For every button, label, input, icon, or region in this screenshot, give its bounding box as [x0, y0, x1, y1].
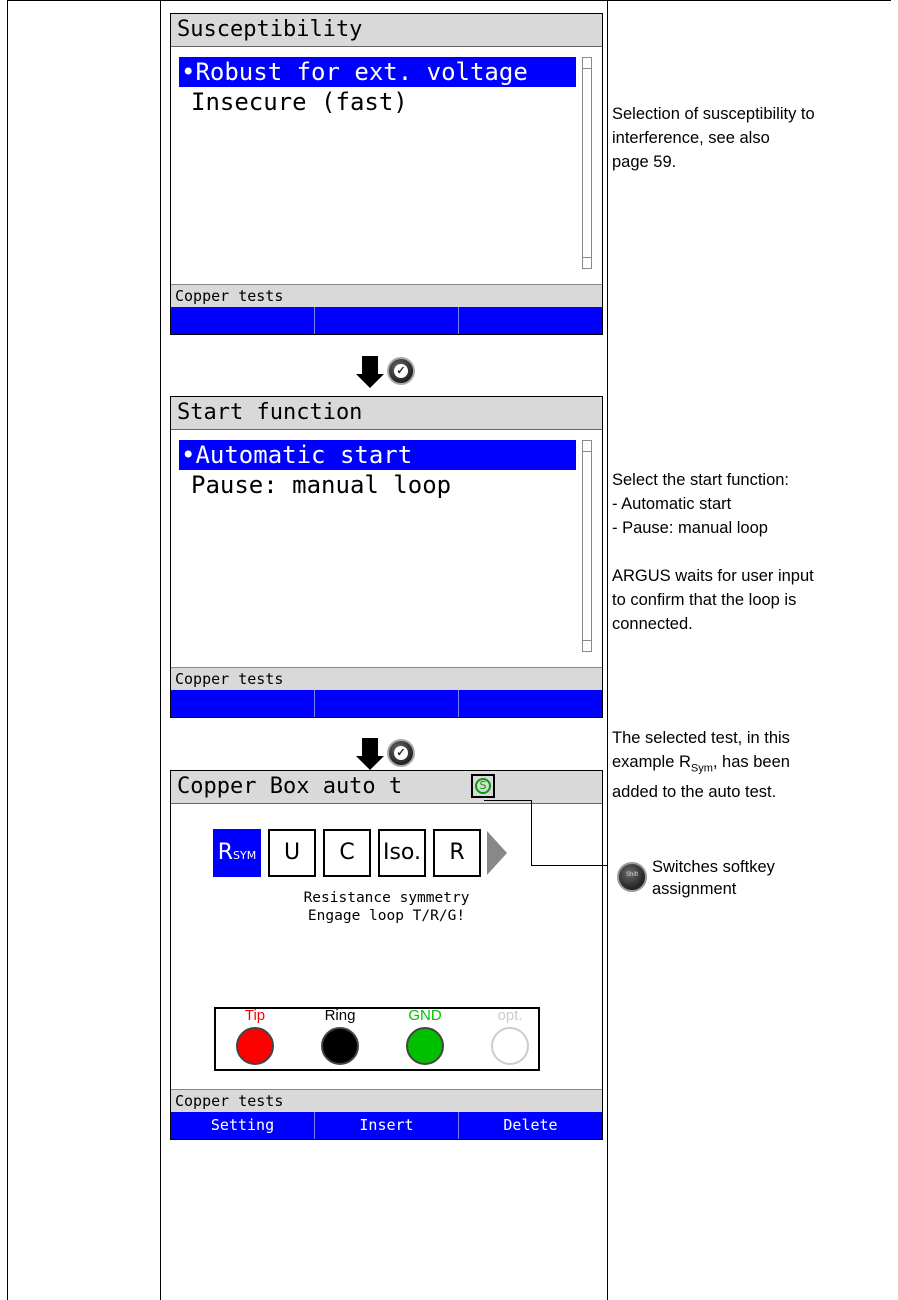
- shift-indicator-icon: S: [471, 774, 495, 798]
- softkey-3[interactable]: [459, 307, 602, 334]
- ok-button-icon: ✓: [387, 739, 415, 767]
- softkey-bar: Setting Insert Delete: [171, 1112, 602, 1139]
- screen-title: Copper Box auto t S: [171, 771, 602, 804]
- softkey-3[interactable]: [459, 690, 602, 717]
- desc-line: The selected test, in this: [612, 729, 790, 747]
- scroll-up-icon[interactable]: [583, 60, 591, 69]
- tile-r[interactable]: R: [433, 829, 481, 877]
- softkey-insert[interactable]: Insert: [315, 1112, 459, 1139]
- tip-lead-icon: [236, 1027, 274, 1065]
- description-auto-test: The selected test, in this example RSym,…: [612, 726, 790, 804]
- shift-s-icon: S: [475, 778, 491, 794]
- callout-line: [531, 865, 608, 866]
- susceptibility-screen: Susceptibility •Robust for ext. voltage …: [170, 13, 603, 335]
- description-shift: Switches softkey assignment: [652, 856, 775, 900]
- status-bar: Copper tests: [171, 1089, 602, 1112]
- desc-line: page 59.: [612, 153, 677, 171]
- desc-text: , has been: [712, 753, 790, 771]
- status-bar: Copper tests: [171, 284, 602, 307]
- next-arrow-icon[interactable]: [487, 831, 507, 875]
- tile-c[interactable]: C: [323, 829, 371, 877]
- description-susceptibility: Selection of susceptibility to interfere…: [612, 102, 815, 174]
- softkey-2[interactable]: [315, 690, 459, 717]
- desc-line: - Automatic start: [612, 495, 732, 513]
- message-area: Resistance symmetry Engage loop T/R/G!: [171, 889, 602, 925]
- option-automatic-start[interactable]: •Automatic start: [179, 440, 576, 470]
- lead-label-gnd: GND: [408, 1007, 442, 1024]
- status-bar: Copper tests: [171, 667, 602, 690]
- tile-iso[interactable]: Iso.: [378, 829, 426, 877]
- desc-line: connected.: [612, 615, 693, 633]
- lead-label-tip: Tip: [244, 1007, 266, 1024]
- desc-spacer: [612, 540, 814, 564]
- arrow-down-icon: [356, 738, 384, 770]
- option-robust[interactable]: •Robust for ext. voltage: [179, 57, 576, 87]
- table-divider-2: [607, 0, 608, 1300]
- start-function-screen: Start function •Automatic start Pause: m…: [170, 396, 603, 718]
- table-border-left: [7, 0, 8, 1300]
- scrollbar[interactable]: [582, 440, 592, 652]
- callout-line: [531, 800, 532, 865]
- softkey-bar: [171, 307, 602, 334]
- opt-lead-icon: [491, 1027, 529, 1065]
- desc-line: assignment: [652, 880, 737, 898]
- desc-line: Select the start function:: [612, 471, 790, 489]
- option-pause-manual-loop[interactable]: Pause: manual loop: [189, 470, 451, 500]
- softkey-delete[interactable]: Delete: [459, 1112, 602, 1139]
- lead-label-opt: opt.: [497, 1007, 523, 1024]
- message-line: Resistance symmetry: [303, 890, 470, 906]
- ring-lead-icon: [321, 1027, 359, 1065]
- desc-line: example RSym, has been: [612, 750, 790, 780]
- option-list: •Automatic start Pause: manual loop: [171, 430, 602, 665]
- tile-label: R: [217, 840, 234, 865]
- lead-label-ring: Ring: [324, 1007, 356, 1024]
- desc-line: ARGUS waits for user input: [612, 567, 814, 585]
- softkey-2[interactable]: [315, 307, 459, 334]
- leads-panel: Tip Ring GND opt.: [214, 1007, 540, 1071]
- desc-line: interference, see also: [612, 129, 770, 147]
- desc-text: example R: [612, 753, 691, 771]
- desc-line: Selection of susceptibility to: [612, 105, 815, 123]
- softkey-setting[interactable]: Setting: [171, 1112, 315, 1139]
- option-list: •Robust for ext. voltage Insecure (fast): [171, 47, 602, 282]
- scroll-down-icon[interactable]: [583, 640, 591, 649]
- table-top-border: [7, 0, 891, 1]
- scrollbar[interactable]: [582, 57, 592, 269]
- desc-line: added to the auto test.: [612, 783, 777, 802]
- softkey-bar: [171, 690, 602, 717]
- description-start-function: Select the start function: - Automatic s…: [612, 468, 814, 636]
- softkey-1[interactable]: [171, 307, 315, 334]
- screen-title-text: Copper Box auto t: [177, 774, 403, 799]
- option-insecure[interactable]: Insecure (fast): [189, 87, 408, 117]
- screen-title: Susceptibility: [171, 14, 602, 47]
- tile-sub-label: SYM: [233, 849, 257, 862]
- copper-box-screen: Copper Box auto t S RSYM U C Iso. R Resi…: [170, 770, 603, 1140]
- desc-subscript: Sym: [690, 762, 713, 775]
- table-divider-1: [160, 0, 161, 1300]
- desc-line: to confirm that the loop is: [612, 591, 797, 609]
- scroll-down-icon[interactable]: [583, 257, 591, 266]
- callout-line: [484, 800, 531, 801]
- desc-line: Switches softkey: [652, 858, 775, 876]
- scroll-up-icon[interactable]: [583, 443, 591, 452]
- shift-key-label: Shift: [625, 872, 638, 878]
- tile-rsym[interactable]: RSYM: [213, 829, 261, 877]
- screen-title: Start function: [171, 397, 602, 430]
- shift-key-icon: Shift: [617, 862, 647, 892]
- message-line: Engage loop T/R/G!: [307, 908, 466, 924]
- desc-line: - Pause: manual loop: [612, 519, 768, 537]
- ok-button-icon: ✓: [387, 357, 415, 385]
- gnd-lead-icon: [406, 1027, 444, 1065]
- softkey-1[interactable]: [171, 690, 315, 717]
- tile-u[interactable]: U: [268, 829, 316, 877]
- arrow-down-icon: [356, 356, 384, 388]
